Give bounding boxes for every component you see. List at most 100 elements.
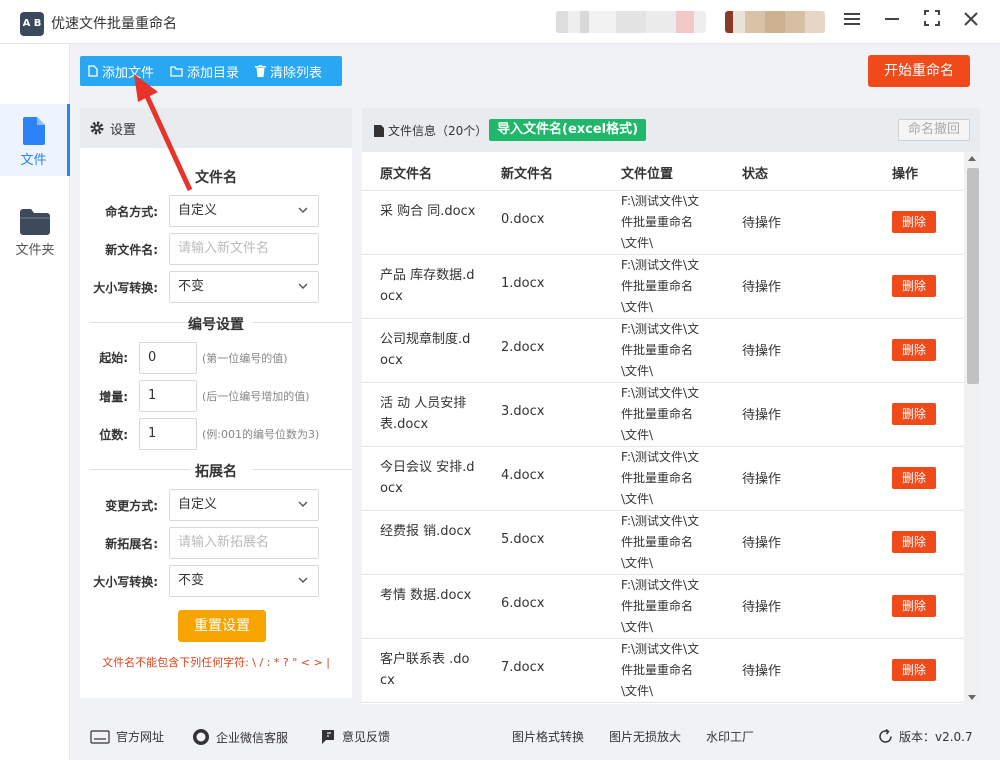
location-cell: F:\测试文件\文件批量重命名\文件\ bbox=[621, 258, 700, 314]
status-cell: 待操作 bbox=[742, 216, 782, 231]
scroll-down-arrow-icon[interactable] bbox=[968, 695, 976, 700]
feedback-link[interactable]: 意见反馈 bbox=[320, 728, 390, 745]
status-cell: 待操作 bbox=[742, 536, 782, 551]
status-cell: 待操作 bbox=[742, 664, 782, 679]
delete-button[interactable]: 删除 bbox=[892, 659, 936, 681]
location-cell: F:\测试文件\文件批量重命名\文件\ bbox=[621, 514, 700, 570]
image-upscale-link[interactable]: 图片无损放大 bbox=[609, 728, 681, 745]
step-input[interactable]: 1 bbox=[139, 380, 197, 412]
new-name-cell: 6.docx bbox=[501, 596, 545, 611]
title-bar: A B 优速文件批量重命名 bbox=[0, 0, 1000, 44]
version-info[interactable]: 版本：v2.0.7 bbox=[878, 728, 973, 745]
import-excel-button[interactable]: 导入文件名(excel格式) bbox=[489, 119, 647, 141]
original-name-cell: 客户联系表 .docx bbox=[380, 652, 470, 688]
new-name-cell: 3.docx bbox=[501, 404, 545, 419]
location-cell: F:\测试文件\文件批量重命名\文件\ bbox=[621, 194, 700, 250]
table-row: 考情 数据.docx 6.docx F:\测试文件\文件批量重命名\文件\ 待操… bbox=[362, 575, 964, 639]
original-name-cell: 今日会议 安排.docx bbox=[380, 460, 475, 496]
add-file-button[interactable]: 添加文件 bbox=[88, 62, 154, 81]
naming-mode-select[interactable]: 自定义 bbox=[169, 195, 319, 227]
nav-item-folder[interactable]: 文件夹 bbox=[0, 196, 70, 268]
start-rename-button[interactable]: 开始重命名 bbox=[868, 55, 970, 87]
menu-icon[interactable] bbox=[839, 8, 865, 34]
table-row: 活 动 人员安排表.docx 3.docx F:\测试文件\文件批量重命名\文件… bbox=[362, 383, 964, 447]
ext-mode-label: 变更方式: bbox=[105, 499, 158, 513]
new-ext-label: 新拓展名: bbox=[105, 537, 158, 551]
wechat-support-link[interactable]: 企业微信客服 bbox=[192, 728, 288, 746]
maximize-icon[interactable] bbox=[919, 8, 945, 34]
ext-case-select[interactable]: 不变 bbox=[169, 565, 319, 597]
ext-case-value: 不变 bbox=[178, 573, 205, 588]
wechat-support-label: 企业微信客服 bbox=[216, 730, 289, 745]
original-name-cell: 公司规章制度.docx bbox=[380, 332, 471, 368]
image-format-convert-link[interactable]: 图片格式转换 bbox=[512, 728, 584, 745]
official-website-link[interactable]: 官方网址 bbox=[90, 728, 164, 745]
scroll-up-arrow-icon[interactable] bbox=[968, 156, 976, 161]
new-name-cell: 0.docx bbox=[501, 212, 545, 227]
file-panel-header: 文件信息（20个） 导入文件名(excel格式) 命名撤回 bbox=[362, 108, 980, 152]
delete-button[interactable]: 删除 bbox=[892, 531, 936, 553]
chevron-down-icon bbox=[298, 207, 308, 213]
delete-button[interactable]: 删除 bbox=[892, 211, 936, 233]
numbering-section-title: 编号设置 bbox=[188, 317, 244, 333]
ext-mode-value: 自定义 bbox=[178, 497, 218, 512]
chevron-down-icon bbox=[298, 501, 308, 507]
watermark-factory-link[interactable]: 水印工厂 bbox=[706, 728, 754, 745]
location-cell: F:\测试文件\文件批量重命名\文件\ bbox=[621, 642, 700, 698]
file-icon bbox=[22, 117, 45, 145]
clear-list-button[interactable]: 清除列表 bbox=[255, 62, 322, 81]
scroll-thumb[interactable] bbox=[967, 168, 979, 384]
delete-button[interactable]: 删除 bbox=[892, 339, 936, 361]
case-convert-select[interactable]: 不变 bbox=[169, 271, 319, 303]
original-name-cell: 活 动 人员安排表.docx bbox=[380, 396, 467, 432]
new-name-input[interactable]: 请输入新文件名 bbox=[169, 233, 319, 265]
undo-rename-button[interactable]: 命名撤回 bbox=[898, 119, 970, 141]
ext-case-label: 大小写转换: bbox=[93, 575, 158, 589]
column-header-status: 状态 bbox=[742, 167, 769, 182]
clear-list-label: 清除列表 bbox=[270, 65, 323, 81]
nav-label: 文件 bbox=[20, 153, 47, 168]
vertical-scrollbar[interactable] bbox=[964, 152, 980, 704]
delete-button[interactable]: 删除 bbox=[892, 403, 936, 425]
delete-button[interactable]: 删除 bbox=[892, 467, 936, 489]
official-website-label: 官方网址 bbox=[116, 730, 165, 744]
step-hint: (后一位编号增加的值) bbox=[202, 390, 310, 403]
original-name-cell: 产品 库存数据.docx bbox=[380, 268, 475, 304]
column-header-location: 文件位置 bbox=[621, 167, 674, 182]
location-cell: F:\测试文件\文件批量重命名\文件\ bbox=[621, 322, 700, 378]
settings-header: 设置 bbox=[80, 108, 352, 148]
app-title: 优速文件批量重命名 bbox=[51, 16, 177, 32]
website-icon bbox=[90, 729, 110, 744]
ext-mode-select[interactable]: 自定义 bbox=[169, 489, 319, 521]
status-cell: 待操作 bbox=[742, 600, 782, 615]
start-number-input[interactable]: 0 bbox=[139, 342, 197, 374]
trash-icon bbox=[255, 65, 267, 77]
add-directory-button[interactable]: 添加目录 bbox=[170, 62, 239, 81]
new-name-cell: 2.docx bbox=[501, 340, 545, 355]
settings-title: 设置 bbox=[110, 122, 137, 138]
folder-outline-icon bbox=[170, 65, 183, 77]
close-icon[interactable] bbox=[958, 8, 984, 34]
naming-mode-value: 自定义 bbox=[178, 203, 218, 218]
delete-button[interactable]: 删除 bbox=[892, 275, 936, 297]
file-outline-icon bbox=[88, 65, 98, 77]
file-info-title: 文件信息（20个） bbox=[374, 122, 487, 139]
step-label: 增量: bbox=[99, 390, 128, 404]
refresh-icon bbox=[879, 729, 892, 743]
folder-icon bbox=[20, 209, 50, 235]
start-hint: (第一位编号的值) bbox=[202, 352, 288, 365]
digits-input[interactable]: 1 bbox=[139, 418, 197, 450]
toolbar: 添加文件 添加目录 清除列表 bbox=[80, 56, 342, 86]
filename-section-title: 文件名 bbox=[195, 170, 237, 186]
column-header-original: 原文件名 bbox=[380, 167, 433, 182]
chevron-down-icon bbox=[298, 577, 308, 583]
delete-button[interactable]: 删除 bbox=[892, 595, 936, 617]
minimize-icon[interactable] bbox=[879, 8, 905, 34]
start-label: 起始: bbox=[99, 351, 128, 365]
app-logo-icon: A B bbox=[20, 12, 44, 36]
status-cell: 待操作 bbox=[742, 280, 782, 295]
new-ext-input[interactable]: 请输入新拓展名 bbox=[169, 527, 319, 559]
reset-settings-button[interactable]: 重置设置 bbox=[178, 610, 266, 642]
extension-section-title: 拓展名 bbox=[195, 464, 237, 480]
nav-item-file[interactable]: 文件 bbox=[0, 104, 70, 176]
